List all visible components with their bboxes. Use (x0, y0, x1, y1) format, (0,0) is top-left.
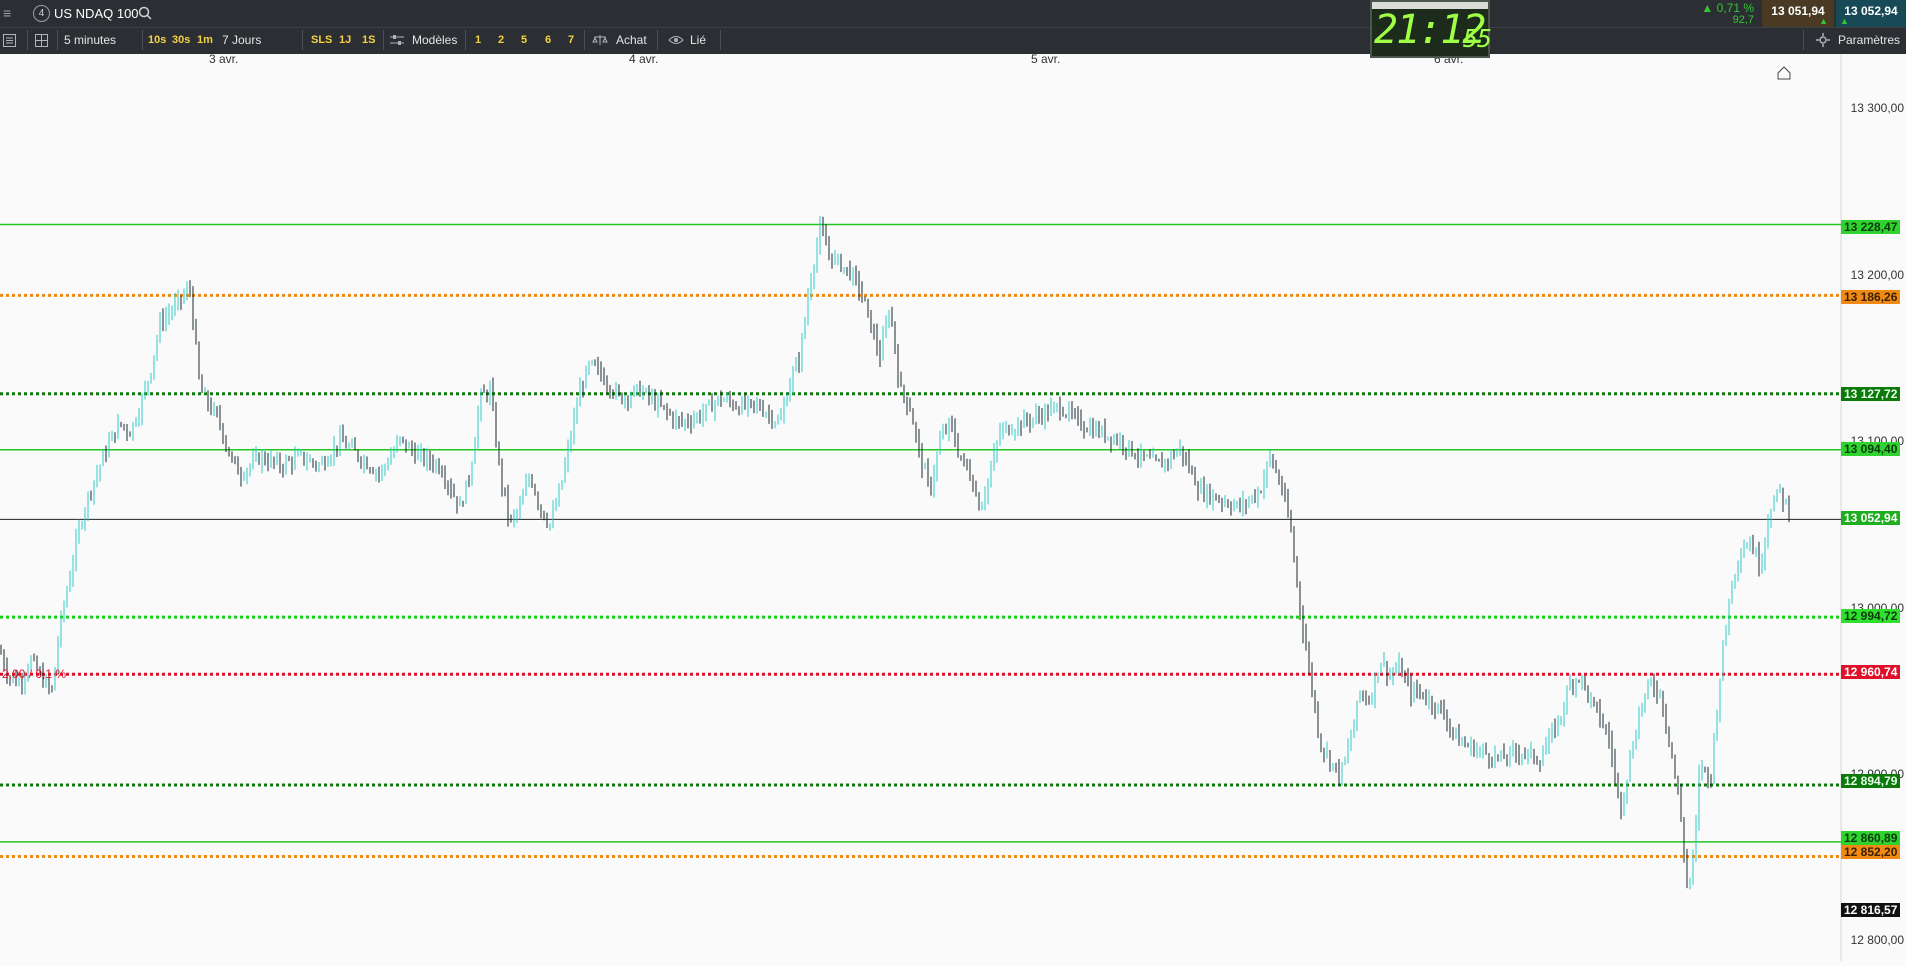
settings-button[interactable]: Paramètres (1838, 27, 1900, 53)
chart-toolbar (0, 27, 1906, 54)
interval-1m[interactable]: 1m (197, 27, 213, 53)
divider (302, 30, 303, 50)
change-pts: 92,7 (1732, 14, 1754, 26)
annotation-label: 2,00 / 0,1 % (2, 667, 67, 681)
top-bar: ≡ 4 US NDAQ 100 ▲ 0,71 % 92,7 13 051,94 … (0, 0, 1906, 27)
level-tag: 12 894,79 (1841, 774, 1901, 788)
clock-widget[interactable]: 21:12 55 (1370, 0, 1492, 58)
bid-up-icon: ▲ (1819, 16, 1828, 26)
change-pct: ▲ 0,71 % (1701, 1, 1754, 15)
instrument-number-badge[interactable]: 4 (33, 5, 50, 22)
bid-button[interactable]: 13 051,94 ▲ (1762, 0, 1834, 27)
y-axis-label: 12 800,00 (1850, 933, 1904, 947)
divider (57, 30, 58, 50)
layout-6[interactable]: 6 (545, 27, 551, 53)
home-icon[interactable] (1777, 66, 1791, 80)
divider (584, 30, 585, 50)
search-icon[interactable] (138, 6, 152, 20)
gear-icon[interactable] (1816, 33, 1830, 47)
level-tag: 13 127,72 (1841, 387, 1901, 401)
divider (465, 30, 466, 50)
chart-canvas[interactable] (0, 54, 1906, 961)
eye-icon[interactable] (668, 35, 684, 45)
level-tag: 13 228,47 (1841, 220, 1901, 234)
layout-7[interactable]: 7 (568, 27, 574, 53)
layout-grid-icon[interactable] (35, 34, 48, 47)
instrument-name[interactable]: US NDAQ 100 (54, 0, 139, 27)
layout-1[interactable]: 1 (475, 27, 481, 53)
scale-icon[interactable] (592, 34, 608, 46)
level-tag: 13 186,26 (1841, 290, 1901, 304)
change-box: ▲ 0,71 % 92,7 (1698, 0, 1758, 27)
sliders-icon[interactable] (390, 34, 404, 46)
interval-10s[interactable]: 10s (148, 27, 166, 53)
layout-2[interactable]: 2 (498, 27, 504, 53)
layout-5[interactable]: 5 (521, 27, 527, 53)
y-axis-label: 13 200,00 (1850, 268, 1904, 282)
level-tag: 12 860,89 (1841, 831, 1901, 845)
divider (27, 30, 28, 50)
timeframe-select[interactable]: 5 minutes (64, 27, 116, 53)
level-tag: 12 994,72 (1841, 609, 1901, 623)
y-axis-label: 13 300,00 (1850, 101, 1904, 115)
interval-30s[interactable]: 30s (172, 27, 190, 53)
linked-button[interactable]: Lié (690, 27, 706, 53)
divider (142, 30, 143, 50)
level-tag: 12 852,20 (1841, 845, 1901, 859)
low-price-tag: 12 816,57 (1841, 903, 1901, 917)
divider (1803, 30, 1804, 50)
period-select[interactable]: 7 Jours (222, 27, 261, 53)
clock-seconds: 55 (1463, 24, 1492, 53)
ask-button[interactable]: 13 052,94 ▲ (1836, 0, 1906, 27)
ask-up-icon: ▲ (1840, 16, 1849, 26)
templates-button[interactable]: Modèles (412, 27, 457, 53)
divider (657, 30, 658, 50)
buy-button[interactable]: Achat (616, 27, 647, 53)
price-chart[interactable] (0, 54, 1906, 961)
current-price-tag: 13 052,94 (1841, 511, 1901, 525)
list-icon[interactable] (3, 34, 16, 47)
range-1s[interactable]: 1S (362, 27, 375, 53)
hamburger-icon[interactable]: ≡ (3, 0, 11, 27)
range-1j[interactable]: 1J (339, 27, 351, 53)
level-tag: 12 960,74 (1841, 665, 1901, 679)
level-tag: 13 094,40 (1841, 442, 1901, 456)
range-sls[interactable]: SLS (311, 27, 332, 53)
divider (383, 30, 384, 50)
divider (720, 30, 721, 50)
